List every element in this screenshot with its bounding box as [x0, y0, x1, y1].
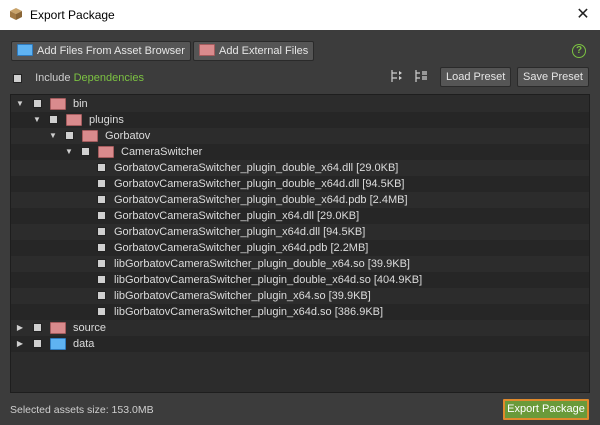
add-external-files-button[interactable]: Add External Files [193, 41, 315, 61]
tree-item-label: Gorbatov [105, 130, 151, 142]
tree-checkbox[interactable] [33, 99, 42, 108]
add-external-files-label: Add External Files [219, 45, 309, 57]
tree-checkbox[interactable] [49, 115, 58, 124]
collapse-arrow-icon[interactable]: ▼ [15, 96, 25, 112]
include-dependencies-checkbox[interactable] [13, 73, 22, 83]
tree-row-file[interactable]: GorbatovCameraSwitcher_plugin_x64.dll [2… [11, 208, 589, 224]
folder-icon [17, 44, 33, 57]
tree-row-file[interactable]: GorbatovCameraSwitcher_plugin_double_x64… [11, 192, 589, 208]
folder-icon [66, 114, 82, 126]
tree-checkbox[interactable] [97, 307, 106, 316]
tree-checkbox[interactable] [97, 259, 106, 268]
data-folder-icon [50, 338, 66, 350]
folder-icon [50, 322, 66, 334]
export-package-dialog: Add Files From Asset Browser Add Externa… [0, 30, 600, 425]
tree-checkbox[interactable] [65, 131, 74, 140]
tree-row-plugins[interactable]: ▼ plugins [11, 112, 589, 128]
tree-checkbox[interactable] [33, 339, 42, 348]
tree-row-file[interactable]: GorbatovCameraSwitcher_plugin_double_x64… [11, 176, 589, 192]
file-label: GorbatovCameraSwitcher_plugin_x64.dll [2… [114, 210, 360, 222]
load-preset-button[interactable]: Load Preset [440, 67, 512, 87]
tree-row-file[interactable]: libGorbatovCameraSwitcher_plugin_x64d.so… [11, 304, 589, 320]
add-files-from-asset-browser-label: Add Files From Asset Browser [37, 45, 185, 57]
file-label: GorbatovCameraSwitcher_plugin_x64d.dll [… [114, 226, 366, 238]
close-icon[interactable]: ✕ [566, 0, 600, 30]
tree-row-gorbatov[interactable]: ▼ Gorbatov [11, 128, 589, 144]
file-label: GorbatovCameraSwitcher_plugin_x64d.pdb [… [114, 242, 369, 254]
tree-checkbox[interactable] [97, 227, 106, 236]
tree-row-file[interactable]: libGorbatovCameraSwitcher_plugin_double_… [11, 272, 589, 288]
tree-item-label: data [73, 338, 95, 350]
tree-checkbox[interactable] [97, 163, 106, 172]
tree-checkbox[interactable] [81, 147, 90, 156]
file-label: GorbatovCameraSwitcher_plugin_double_x64… [114, 194, 408, 206]
tree-row-bin[interactable]: ▼ bin [11, 96, 589, 112]
tree-checkbox[interactable] [97, 211, 106, 220]
include-label: Include [35, 72, 71, 84]
tree-checkbox[interactable] [97, 291, 106, 300]
dependencies-link[interactable]: Dependencies [74, 72, 144, 84]
tree-item-label: bin [73, 98, 88, 110]
package-box-icon [10, 8, 22, 20]
folder-icon [82, 130, 98, 142]
tree-row-file[interactable]: GorbatovCameraSwitcher_plugin_double_x64… [11, 160, 589, 176]
folder-icon [98, 146, 114, 158]
file-label: libGorbatovCameraSwitcher_plugin_double_… [114, 274, 423, 286]
add-files-from-asset-browser-button[interactable]: Add Files From Asset Browser [11, 41, 191, 61]
tree-row-file[interactable]: GorbatovCameraSwitcher_plugin_x64d.pdb [… [11, 240, 589, 256]
tree-row-camera-switcher[interactable]: ▼ CameraSwitcher [11, 144, 589, 160]
file-label: libGorbatovCameraSwitcher_plugin_x64d.so… [114, 306, 384, 318]
collapse-all-icon[interactable] [413, 68, 429, 84]
package-file-tree: ▼ bin ▼ plugins ▼ Gorbatov ▼ CameraSwitc… [10, 94, 590, 393]
selected-assets-size: Selected assets size: 153.0MB [10, 404, 154, 416]
tree-row-file[interactable]: libGorbatovCameraSwitcher_plugin_x64.so … [11, 288, 589, 304]
export-package-button[interactable]: Export Package [503, 399, 589, 420]
tree-row-data[interactable]: ▶ data [11, 336, 589, 352]
folder-icon [50, 98, 66, 110]
expand-all-icon[interactable] [389, 68, 405, 84]
file-label: libGorbatovCameraSwitcher_plugin_double_… [114, 258, 410, 270]
file-label: GorbatovCameraSwitcher_plugin_double_x64… [114, 162, 399, 174]
tree-row-file[interactable]: libGorbatovCameraSwitcher_plugin_double_… [11, 256, 589, 272]
collapse-arrow-icon[interactable]: ▼ [48, 128, 58, 144]
tree-checkbox[interactable] [97, 179, 106, 188]
title-bar: Export Package ✕ [0, 0, 600, 30]
tree-checkbox[interactable] [97, 275, 106, 284]
expand-arrow-icon[interactable]: ▶ [15, 336, 25, 352]
collapse-arrow-icon[interactable]: ▼ [32, 112, 42, 128]
tree-item-label: CameraSwitcher [121, 146, 203, 158]
help-circle-icon[interactable]: ? [572, 44, 586, 58]
tree-checkbox[interactable] [33, 323, 42, 332]
window-title: Export Package [30, 8, 115, 22]
include-dependencies-row: Include Dependencies [13, 71, 144, 85]
tree-item-label: plugins [89, 114, 124, 126]
folder-icon [199, 44, 215, 57]
tree-checkbox[interactable] [97, 243, 106, 252]
collapse-arrow-icon[interactable]: ▼ [64, 144, 74, 160]
file-label: GorbatovCameraSwitcher_plugin_double_x64… [114, 178, 405, 190]
tree-row-file[interactable]: GorbatovCameraSwitcher_plugin_x64d.dll [… [11, 224, 589, 240]
file-label: libGorbatovCameraSwitcher_plugin_x64.so … [114, 290, 371, 302]
save-preset-button[interactable]: Save Preset [517, 67, 589, 87]
tree-item-label: source [73, 322, 107, 334]
tree-checkbox[interactable] [97, 195, 106, 204]
expand-arrow-icon[interactable]: ▶ [15, 320, 25, 336]
tree-row-source[interactable]: ▶ source [11, 320, 589, 336]
